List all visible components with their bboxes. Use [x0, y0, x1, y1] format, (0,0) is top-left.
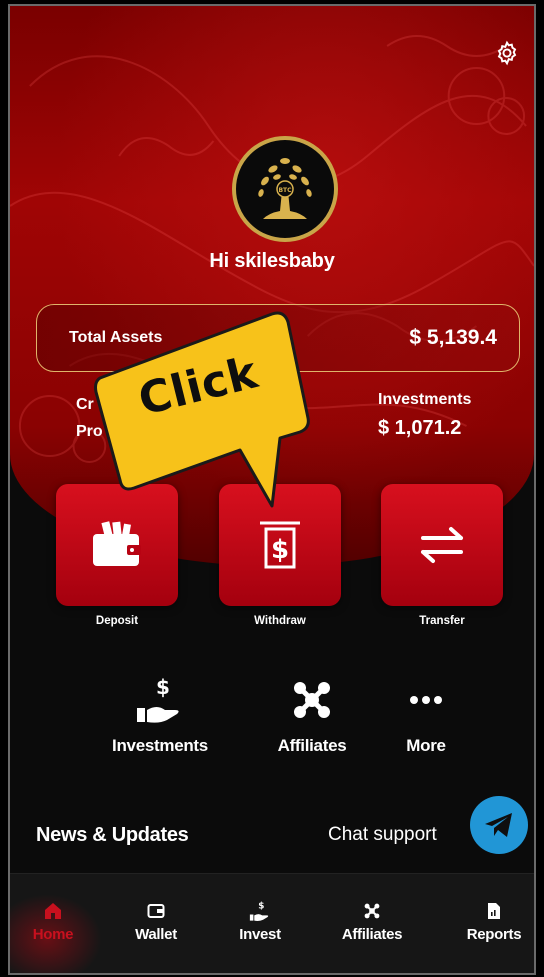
transfer-arrows-icon — [421, 527, 463, 563]
bottom-navigation: Home Wallet $ Invest Affiliates Reports — [10, 873, 534, 973]
nav-affiliates[interactable]: Affiliates — [332, 900, 412, 943]
avatar[interactable]: BTC — [232, 136, 338, 242]
affiliates-icon — [294, 682, 330, 718]
wallet-icon — [147, 904, 165, 918]
svg-text:$: $ — [271, 535, 289, 565]
affiliates-icon — [364, 903, 380, 919]
home-icon — [45, 903, 61, 919]
wallet-icon — [93, 521, 141, 566]
deposit-label: Deposit — [95, 615, 139, 627]
summary-left-label-1: Cr — [76, 396, 94, 413]
svg-text:$: $ — [156, 676, 170, 699]
app-screen: BTC Hi skilesbaby Total Assets $ 5,139.4… — [8, 4, 536, 975]
investments-link-label: Investments — [112, 736, 208, 755]
chat-support-button[interactable] — [470, 796, 528, 854]
more-dots-icon — [410, 696, 442, 704]
svg-text:$: $ — [258, 901, 264, 911]
news-updates-heading: News & Updates — [36, 824, 189, 846]
invest-hand-icon: $ — [137, 676, 179, 723]
transfer-label: Transfer — [419, 615, 465, 627]
nav-wallet-label: Wallet — [135, 926, 177, 943]
investments-summary: Investments $ 1,071.2 — [378, 391, 471, 440]
nav-invest[interactable]: $ Invest — [220, 900, 300, 943]
greeting-text: Hi skilesbaby — [209, 250, 335, 272]
investments-summary-label: Investments — [378, 391, 472, 408]
chat-support-label[interactable]: Chat support — [328, 824, 437, 846]
withdraw-label: Withdraw — [254, 615, 306, 627]
affiliates-link-label: Affiliates — [277, 736, 347, 755]
nav-wallet[interactable]: Wallet — [116, 900, 196, 943]
settings-gear-icon[interactable] — [494, 40, 520, 66]
nav-affiliates-label: Affiliates — [341, 926, 403, 943]
nav-reports[interactable]: Reports — [454, 900, 534, 943]
investments-summary-value: $ 1,071.2 — [378, 417, 462, 439]
invest-hand-icon: $ — [249, 901, 269, 921]
nav-home[interactable]: Home — [13, 900, 93, 943]
investments-link[interactable]: $ Investments — [100, 676, 220, 756]
withdraw-dollar-icon: $ — [260, 521, 300, 569]
nav-home-label: Home — [32, 926, 74, 943]
transfer-button[interactable] — [381, 484, 503, 606]
tree-logo-icon: BTC — [258, 158, 312, 219]
total-assets-value: $ 5,139.4 — [409, 326, 497, 349]
nav-invest-label: Invest — [239, 926, 281, 943]
telegram-icon — [485, 813, 512, 837]
click-callout — [94, 311, 310, 508]
nav-reports-label: Reports — [466, 926, 522, 943]
more-link-label: More — [406, 736, 446, 755]
avatar-logo-text: BTC — [278, 187, 292, 194]
reports-icon — [488, 903, 500, 919]
more-link[interactable]: More — [366, 676, 486, 756]
affiliates-link[interactable]: Affiliates — [252, 676, 372, 756]
